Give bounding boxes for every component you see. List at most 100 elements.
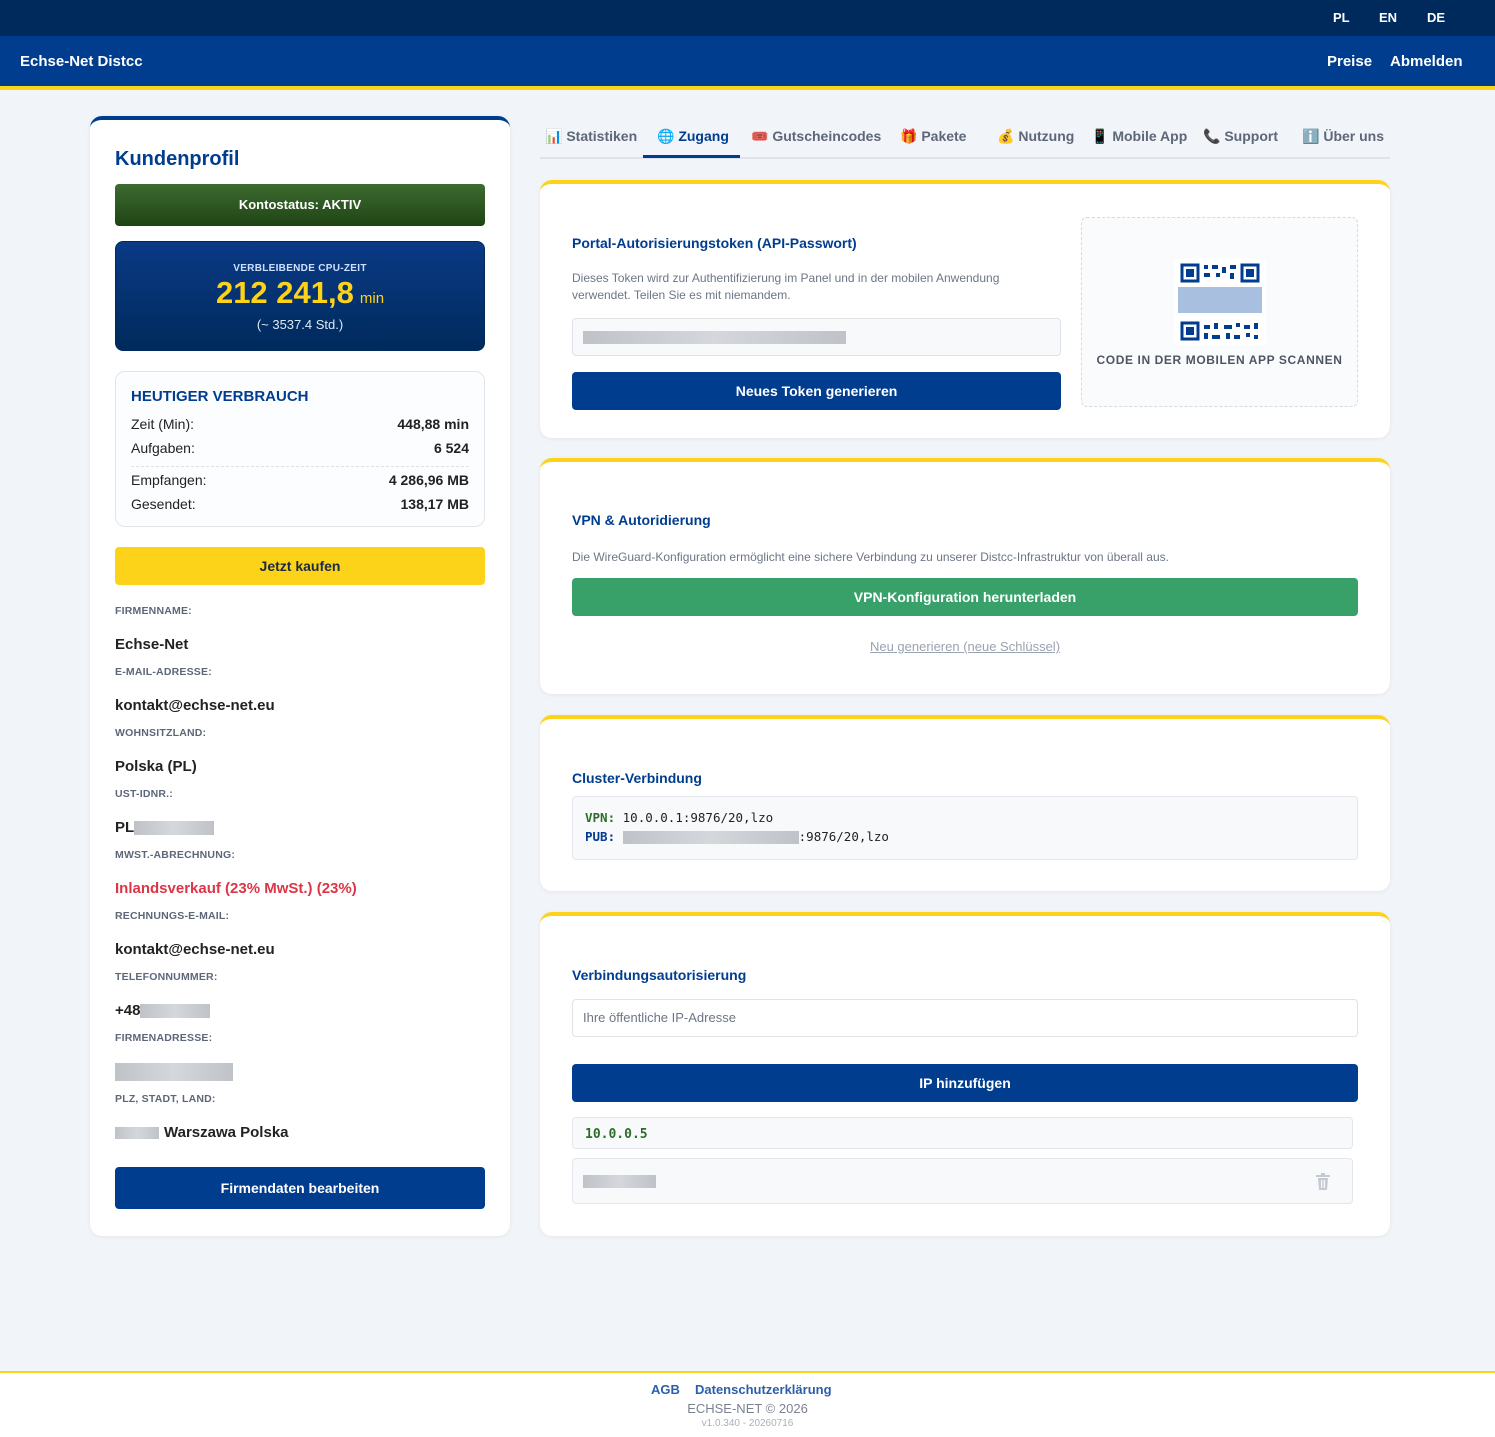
brand-logo[interactable]: Echse-Net Distcc [20, 53, 143, 70]
usage-time-value: 448,88 min [397, 416, 469, 432]
lang-en-link[interactable]: EN [1379, 10, 1397, 25]
address-redacted [115, 1063, 233, 1082]
cpu-time-unit: min [359, 290, 385, 307]
customer-profile-card: Kundenprofil Kontostatus: AKTIV VERBLEIB… [90, 116, 510, 1236]
tab-usage[interactable]: 💰 Nutzung [997, 128, 1074, 145]
tab-label: Nutzung [1018, 128, 1075, 144]
pub-endpoint-suffix: :9876/20,lzo [798, 829, 889, 844]
country-value: Polska (PL) [115, 758, 197, 775]
tab-label: Mobile App [1112, 128, 1188, 144]
lang-pl-link[interactable]: PL [1333, 10, 1350, 25]
zip-redacted [115, 1127, 159, 1140]
usage-row-tasks: Aufgaben: 6 524 [131, 440, 469, 456]
vpn-card: VPN & Autoridierung Die WireGuard-Konfig… [540, 458, 1390, 694]
usage-row-time: Zeit (Min): 448,88 min [131, 416, 469, 432]
country-label: WOHNSITZLAND: [115, 727, 207, 739]
cpu-time-label: VERBLEIBENDE CPU-ZEIT [233, 263, 367, 274]
copyright-text: ECHSE-NET © 2026 [687, 1401, 808, 1416]
tab-statistics[interactable]: 📊 Statistiken [545, 128, 637, 145]
usage-received-label: Empfangen: [131, 472, 207, 488]
vpn-description: Die WireGuard-Konfiguration ermöglicht e… [572, 550, 1169, 564]
company-address-value [115, 1063, 233, 1082]
ip-redacted [583, 1175, 656, 1188]
ip-list-item: 10.0.0.5 [572, 1117, 1353, 1149]
tab-access[interactable]: 🌐 Zugang [657, 128, 729, 145]
usage-sent-label: Gesendet: [131, 496, 196, 512]
token-card: Portal-Autorisierungstoken (API-Passwort… [540, 180, 1390, 438]
pub-endpoint-line: PUB: :9876/20,lzo [585, 829, 889, 844]
qr-panel: CODE IN DER MOBILEN APP SCANNEN [1081, 217, 1358, 407]
tab-label: Über uns [1323, 128, 1385, 144]
globe-icon: 🌐 [657, 128, 675, 144]
ip-address-text: 10.0.0.5 [585, 1127, 648, 1142]
cpu-time-hours: (~ 3537.4 Std.) [256, 317, 344, 332]
pricing-link[interactable]: Preise [1327, 53, 1372, 70]
info-icon: ℹ️ [1302, 128, 1320, 144]
phone-value: +48 [115, 1002, 211, 1019]
money-bag-icon: 💰 [997, 128, 1015, 144]
version-text: v1.0.340 - 20260716 [701, 1418, 794, 1429]
email-value: kontakt@echse-net.eu [115, 697, 275, 714]
ip-list-item [572, 1158, 1353, 1204]
tab-about[interactable]: ℹ️ Über uns [1302, 128, 1384, 145]
vat-calc-label: MWST.-ABRECHNUNG: [115, 849, 236, 861]
token-description: Dieses Token wird zur Authentifizierung … [572, 271, 1000, 302]
tab-packages[interactable]: 🎁 Pakete [900, 128, 966, 145]
tab-vouchers[interactable]: 🎟️ Gutscheincodes [751, 128, 881, 145]
auth-title: Verbindungsautorisierung [572, 967, 747, 983]
pub-endpoint-key: PUB: [585, 829, 616, 844]
add-ip-button[interactable]: IP hinzufügen [572, 1064, 1358, 1102]
tab-support[interactable]: 📞 Support [1203, 128, 1278, 145]
phone-redacted [140, 1004, 211, 1019]
billing-email-value: kontakt@echse-net.eu [115, 941, 275, 958]
lang-de-link[interactable]: DE [1427, 10, 1445, 25]
generate-token-button[interactable]: Neues Token generieren [572, 372, 1061, 410]
cpu-time-panel: VERBLEIBENDE CPU-ZEIT 212 241,8 min (~ 35… [115, 241, 485, 351]
company-name-label: FIRMENNAME: [115, 605, 192, 617]
buy-now-button[interactable]: Jetzt kaufen [115, 547, 485, 585]
vpn-title: VPN & Autoridierung [572, 512, 711, 528]
privacy-link[interactable]: Datenschutzerklärung [695, 1382, 832, 1397]
vat-id-value: PL [115, 819, 215, 836]
usage-divider [131, 466, 469, 467]
download-vpn-config-button[interactable]: VPN-Konfiguration herunterladen [572, 578, 1358, 616]
tab-label: Pakete [921, 128, 967, 144]
phone-prefix: +48 [115, 1002, 141, 1019]
tab-mobile-app[interactable]: 📱 Mobile App [1091, 128, 1187, 145]
terms-link[interactable]: AGB [651, 1382, 680, 1397]
usage-time-label: Zeit (Min): [131, 416, 194, 432]
mobile-phone-icon: 📱 [1091, 128, 1109, 144]
email-label: E-MAIL-ADRESSE: [115, 666, 212, 678]
city-text: Warszawa Polska [164, 1124, 289, 1141]
usage-row-sent: Gesendet: 138,17 MB [131, 496, 469, 512]
regenerate-keys-link[interactable]: Neu generieren (neue Schlüssel) [540, 639, 1390, 654]
today-usage-panel: HEUTIGER VERBRAUCH Zeit (Min): 448,88 min… [115, 371, 485, 527]
token-redacted [583, 331, 846, 344]
trash-icon[interactable] [1316, 1173, 1330, 1190]
company-address-label: FIRMENADRESSE: [115, 1032, 213, 1044]
edit-company-button[interactable]: Firmendaten bearbeiten [115, 1167, 485, 1209]
vat-id-redacted [134, 821, 215, 836]
qr-caption: CODE IN DER MOBILEN APP SCANNEN [1096, 353, 1343, 367]
phone-label: TELEFONNUMMER: [115, 971, 218, 983]
cluster-title: Cluster-Verbindung [572, 770, 702, 786]
cpu-time-number: 212 241,8 [215, 275, 354, 310]
active-tab-indicator [643, 155, 740, 158]
vpn-endpoint-line: VPN: 10.0.0.1:9876/20,lzo [585, 810, 773, 825]
language-bar: PL EN DE [0, 0, 1495, 36]
logout-link[interactable]: Abmelden [1390, 53, 1463, 70]
cpu-time-value: 212 241,8 min [116, 275, 484, 311]
qr-code-icon [1174, 259, 1266, 345]
gift-icon: 🎁 [900, 128, 918, 144]
vat-calc-value: Inlandsverkauf (23% MwSt.) (23%) [115, 880, 357, 897]
tab-label: Support [1224, 128, 1278, 144]
account-status-badge: Kontostatus: AKTIV [115, 184, 485, 226]
city-value: Warszawa Polska [115, 1124, 289, 1141]
usage-tasks-label: Aufgaben: [131, 440, 195, 456]
token-field[interactable] [572, 318, 1061, 356]
connection-auth-card: Verbindungsautorisierung Ihre öffentlich… [540, 912, 1390, 1236]
pub-endpoint-redacted [622, 831, 799, 844]
page-footer: AGB Datenschutzerklärung ECHSE-NET © 202… [0, 1371, 1495, 1437]
ip-address-input[interactable]: Ihre öffentliche IP-Adresse [572, 999, 1358, 1037]
phone-icon: 📞 [1203, 128, 1221, 144]
